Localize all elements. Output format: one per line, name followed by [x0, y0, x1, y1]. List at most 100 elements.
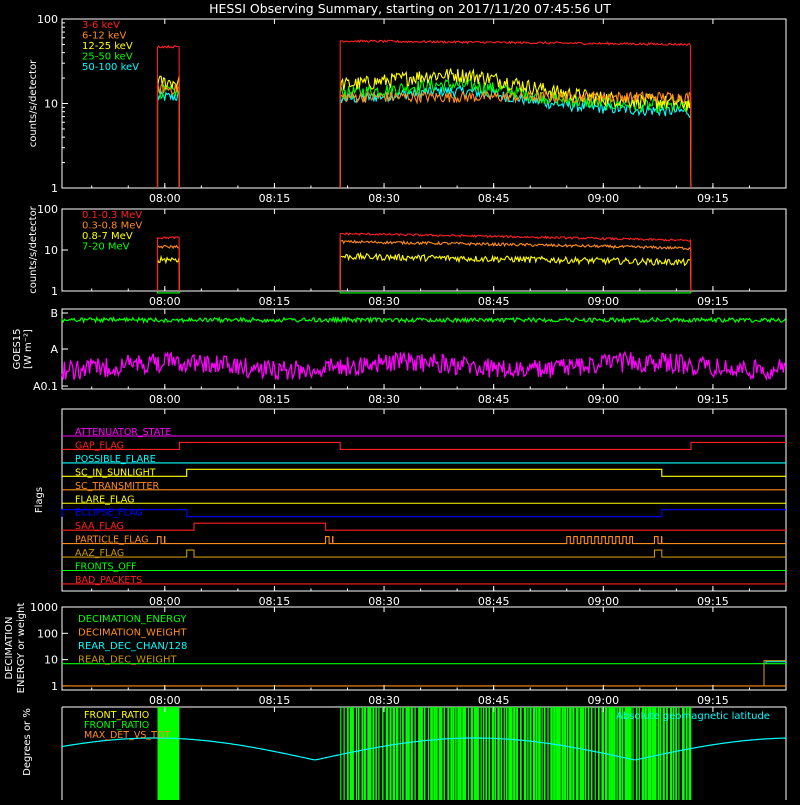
xray-legend-entry: 25-50 keV [82, 52, 133, 63]
front-ratio-bar [584, 707, 587, 800]
decimation-time-label: 09:00 [587, 694, 619, 707]
gamma-legend-entry: 0.1-0.3 MeV [82, 210, 142, 221]
front-ratio-bar [470, 707, 473, 800]
goes-time-label: 08:45 [478, 393, 510, 406]
front-ratio-bar [527, 707, 529, 800]
front-ratio-bar [505, 707, 508, 800]
front-ratio-bar [519, 707, 522, 800]
gamma-y-tick-label: 1 [51, 285, 58, 298]
front-ratio-bar [556, 707, 559, 800]
xray-y-tick-label: 1 [51, 182, 58, 195]
front-ratio-bar [389, 707, 392, 800]
xray-y-tick-label: 10 [44, 98, 58, 111]
front-ratio-bar [523, 707, 527, 800]
xray-legend-entry: 3-6 keV [82, 20, 120, 31]
goes-time-label: 09:15 [697, 393, 729, 406]
gamma-time-label: 09:00 [587, 295, 619, 308]
decimation-legend-entry: REAR_DEC_CHAN/128 [78, 641, 187, 652]
front-ratio-bar [566, 707, 569, 800]
front-ratio-bar [363, 707, 366, 800]
front-ratio-bar [575, 707, 579, 800]
front-ratio-bar [372, 707, 375, 800]
decimation-y-tick-label: 1 [51, 680, 58, 693]
front-ratio-bar [491, 707, 494, 800]
front-ratio-bar [157, 707, 180, 800]
front-ratio-bar [395, 707, 399, 800]
decimation-time-label: 08:30 [368, 694, 400, 707]
xray-legend-entry: 6-12 keV [82, 31, 126, 42]
front-ratio-bar [440, 707, 443, 800]
flags-time-label: 08:15 [259, 595, 291, 608]
front-ratio-bar [402, 707, 404, 800]
front-ratio-bar [485, 707, 488, 800]
decimation-time-label: 08:45 [478, 694, 510, 707]
xray-y-tick-label: 100 [37, 13, 58, 26]
xray-y-axis-label: counts/s/detector [28, 59, 39, 147]
front-ratio-bar [410, 707, 413, 800]
front-ratio-bar [516, 707, 519, 800]
front-ratio-bar [438, 707, 442, 800]
front-ratio-bar [610, 707, 614, 800]
front-ratio-bar [482, 707, 485, 800]
front-ratio-bar [558, 707, 561, 800]
front-ratio-bar [579, 707, 583, 800]
front-ratio-bar [427, 707, 429, 800]
front-ratio-bar [464, 707, 467, 800]
front-ratio-bar [355, 707, 358, 800]
xray-time-label: 08:30 [368, 192, 400, 205]
decimation-y-tick-label: 100 [37, 627, 58, 640]
decimation-legend-entry: DECIMATION_ENERGY [78, 614, 187, 625]
flags-time-label: 08:45 [478, 595, 510, 608]
front-ratio-bar [443, 707, 445, 800]
front-ratio-bar [405, 707, 408, 800]
decimation-y-axis-label: DECIMATION [4, 616, 15, 679]
front-ratio-bar [369, 707, 372, 800]
xray-time-label: 08:45 [478, 192, 510, 205]
front-ratio-bar [476, 707, 479, 800]
gamma-time-label: 08:30 [368, 295, 400, 308]
decimation-legend-entry: DECIMATION_WEIGHT [78, 628, 187, 639]
front-ratio-bar [500, 707, 503, 800]
gamma-legend-entry: 0.8-7 MeV [82, 231, 133, 242]
goes-time-label: 09:00 [587, 393, 619, 406]
front-ratio-bar [494, 707, 497, 800]
front-ratio-bar [503, 707, 505, 800]
front-ratio-bar [340, 707, 342, 800]
front-ratio-bar [532, 707, 536, 800]
front-ratio-bar [547, 707, 549, 800]
gamma-legend-entry: 7-20 MeV [82, 242, 130, 253]
xray-time-label: 08:00 [149, 192, 181, 205]
front-ratio-bar [433, 707, 436, 800]
front-ratio-bar [423, 707, 426, 800]
front-ratio-bar [553, 707, 556, 800]
front-ratio-bar [418, 707, 421, 800]
front-ratio-bar [452, 707, 455, 800]
front-ratio-bar [569, 707, 572, 800]
summary-plot-svg: HESSI Observing Summary, starting on 201… [0, 0, 800, 800]
front-ratio-bar [541, 707, 543, 800]
flags-time-label: 08:30 [368, 595, 400, 608]
front-ratio-bar [608, 707, 611, 800]
flags-time-label: 08:00 [149, 595, 181, 608]
ratio-legend-entry: MAX_DET_VS_TOT [84, 730, 170, 741]
front-ratio-bar [375, 707, 377, 800]
front-ratio-bar [385, 707, 389, 800]
xray-legend-entry: 50-100 keV [82, 62, 139, 73]
xray-time-label: 08:15 [259, 192, 291, 205]
gamma-legend-entry: 0.3-0.8 MeV [82, 221, 142, 232]
front-ratio-bar [467, 707, 469, 800]
gamma-y-axis-label: counts/s/detector [28, 205, 39, 293]
front-ratio-bar [361, 707, 364, 800]
front-ratio-bar [352, 707, 354, 800]
front-ratio-bar [497, 707, 500, 800]
gamma-time-label: 08:45 [478, 295, 510, 308]
goes-y-axis-unit: [W m⁻²] [23, 329, 34, 369]
front-ratio-bar [590, 707, 593, 800]
goes-time-label: 08:30 [368, 393, 400, 406]
front-ratio-bar [392, 707, 396, 800]
front-ratio-bar [529, 707, 532, 800]
front-ratio-bar [582, 707, 585, 800]
xray-legend-entry: 12-25 keV [82, 41, 133, 52]
flags-time-label: 09:00 [587, 595, 619, 608]
front-ratio-bar [378, 707, 380, 800]
